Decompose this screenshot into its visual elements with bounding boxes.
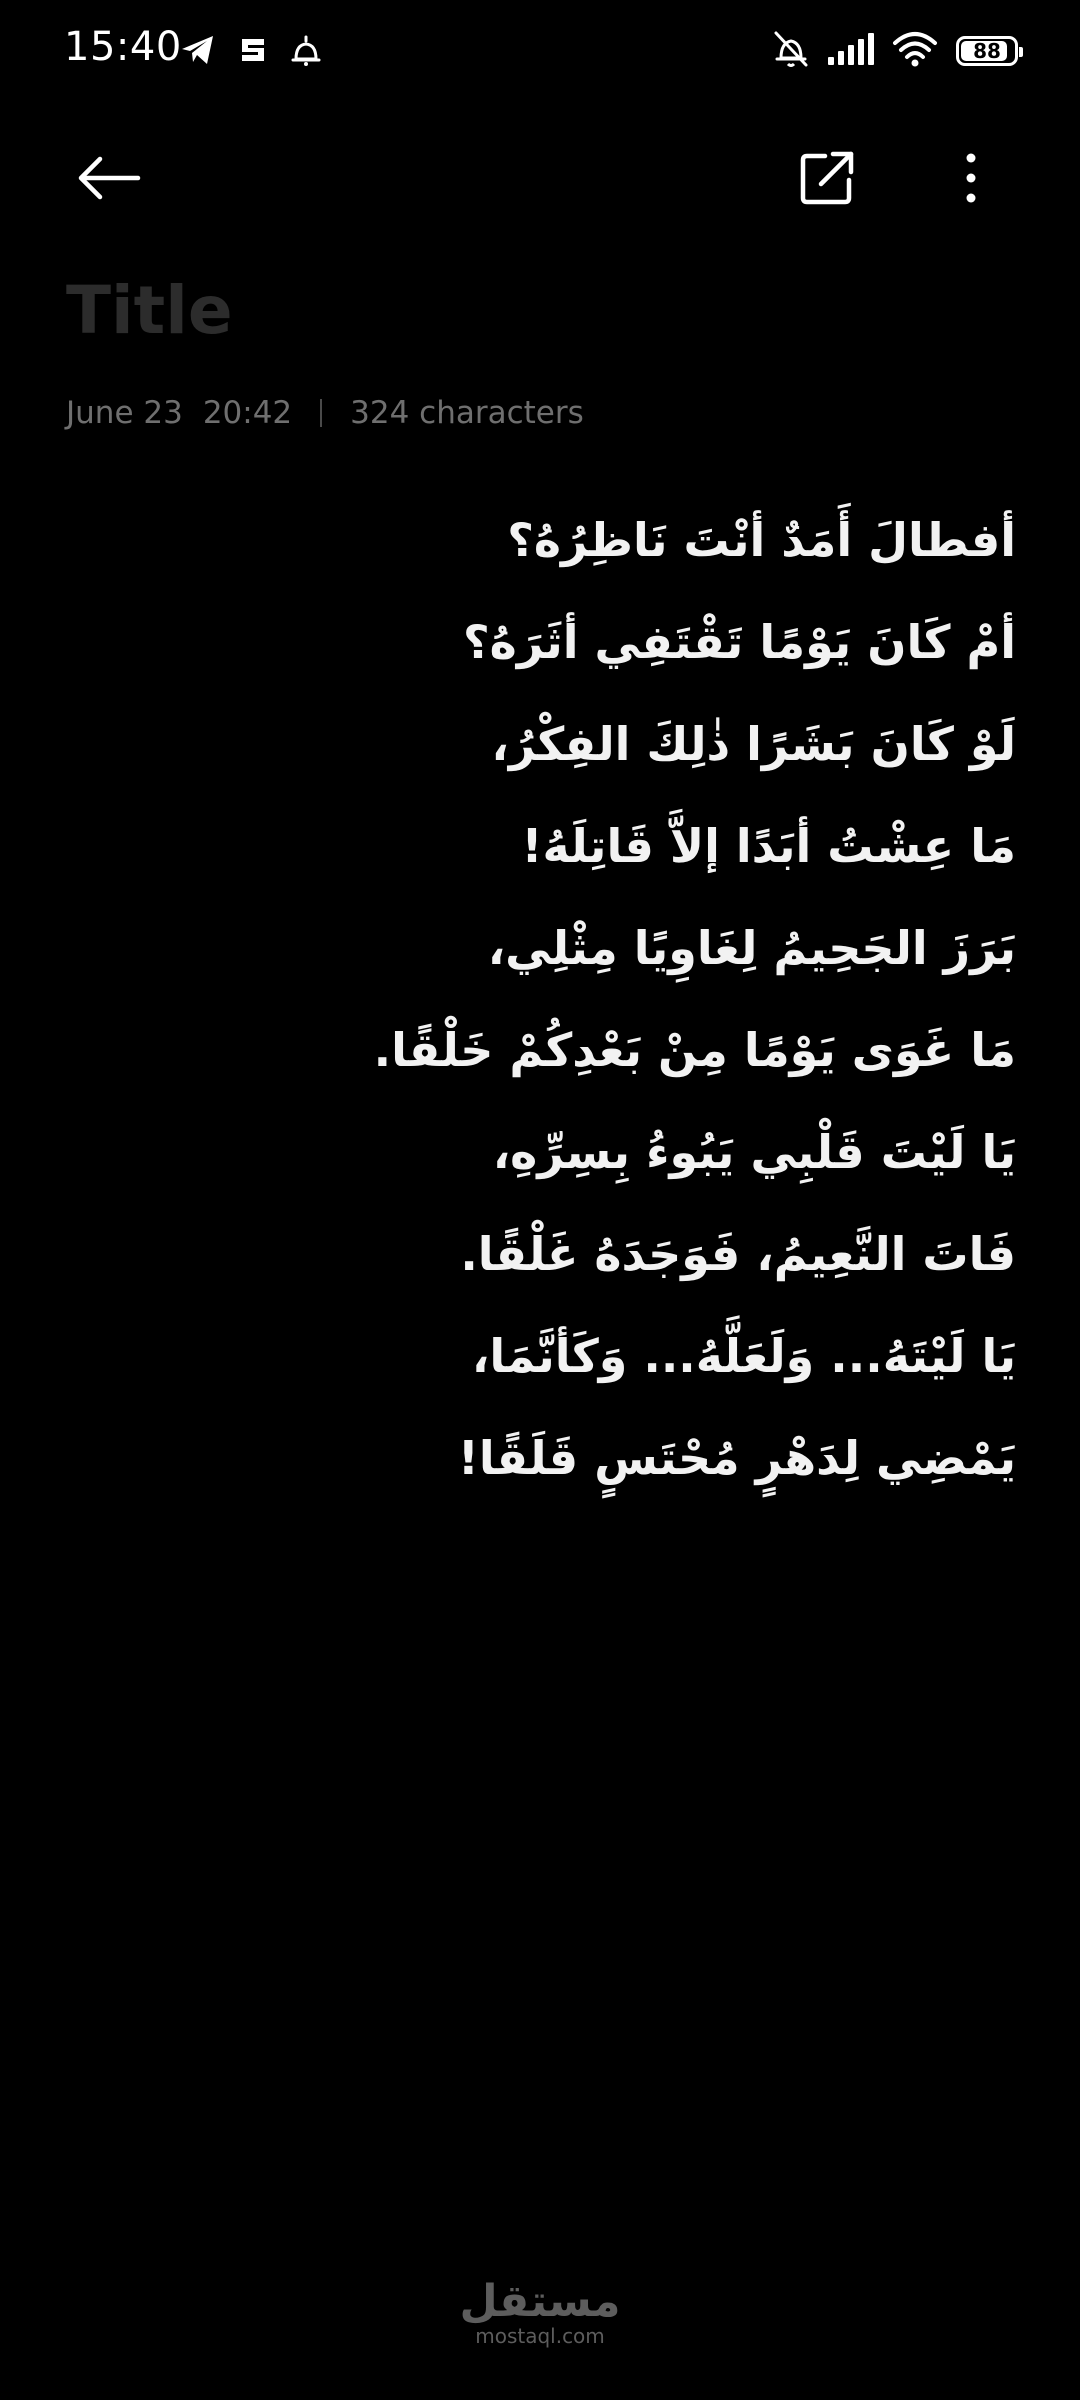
note-line: لَوْ كَانَ بَشَرًا ذٰلِكَ الفِكْرُ، <box>491 717 1016 771</box>
wifi-icon <box>892 31 938 71</box>
note-body[interactable]: أفطالَ أَمَدٌ أنْتَ نَاظِرُهُ؟ أمْ كَانَ… <box>66 500 1016 1520</box>
note-line: مَا غَوَى يَوْمًا مِنْ بَعْدِكُمْ خَلْقً… <box>373 1023 1016 1077</box>
battery-icon: 88 <box>956 36 1023 66</box>
note-time: 20:42 <box>202 395 293 431</box>
note-line: مَا عِشْتُ أبَدًا إلاَّ قَاتِلَهُ! <box>521 819 1016 873</box>
watermark-logo: مستقل <box>459 2276 621 2327</box>
note-meta: June 23 20:42 324 characters <box>66 393 584 433</box>
note-line: أمْ كَانَ يَوْمًا تَقْتَفِي أثَرَهُ؟ <box>463 615 1016 669</box>
meta-divider <box>320 399 323 427</box>
telegram-icon <box>180 34 216 70</box>
note-date: June 23 <box>66 395 183 431</box>
watermark: مستقل mostaql.com <box>440 2276 640 2349</box>
watermark-url: mostaql.com <box>475 2324 605 2348</box>
status-right-icons: 88 <box>772 28 1023 74</box>
status-time: 15:40 <box>64 24 182 70</box>
app-notification-icon <box>238 35 268 69</box>
char-count: 324 characters <box>350 395 584 431</box>
back-button[interactable] <box>64 135 154 225</box>
arrow-left-icon <box>76 153 142 207</box>
status-left-icons <box>180 30 322 74</box>
signal-icon <box>828 33 874 69</box>
more-vertical-icon <box>965 152 977 208</box>
battery-level: 88 <box>973 39 1001 63</box>
note-title-field[interactable]: Title <box>66 272 233 349</box>
status-bar: 15:40 88 <box>0 0 1080 110</box>
share-external-icon <box>799 150 855 210</box>
note-toolbar <box>0 130 1080 230</box>
bell-muted-icon <box>772 29 810 73</box>
note-line: يَا لَيْتَ قَلْبِي يَبُوءُ بِسِرِّهِ، <box>492 1125 1016 1179</box>
note-line: يَمْضِي لِدَهْرٍ مُحْتَسٍ قَلَقًا! <box>457 1431 1016 1485</box>
note-line: فَاتَ النَّعِيمُ، فَوَجَدَهُ غَلْقًا. <box>460 1227 1016 1281</box>
note-line: بَرَزَ الجَحِيمُ لِغَاوِيًا مِثْلِي، <box>487 921 1016 975</box>
share-button[interactable] <box>782 135 872 225</box>
more-options-button[interactable] <box>926 135 1016 225</box>
alarm-bell-icon <box>290 33 322 71</box>
note-line: أفطالَ أَمَدٌ أنْتَ نَاظِرُهُ؟ <box>507 513 1016 567</box>
note-line: يَا لَيْتَهُ... وَلَعَلَّهُ... وَكَأنَّم… <box>471 1329 1016 1383</box>
